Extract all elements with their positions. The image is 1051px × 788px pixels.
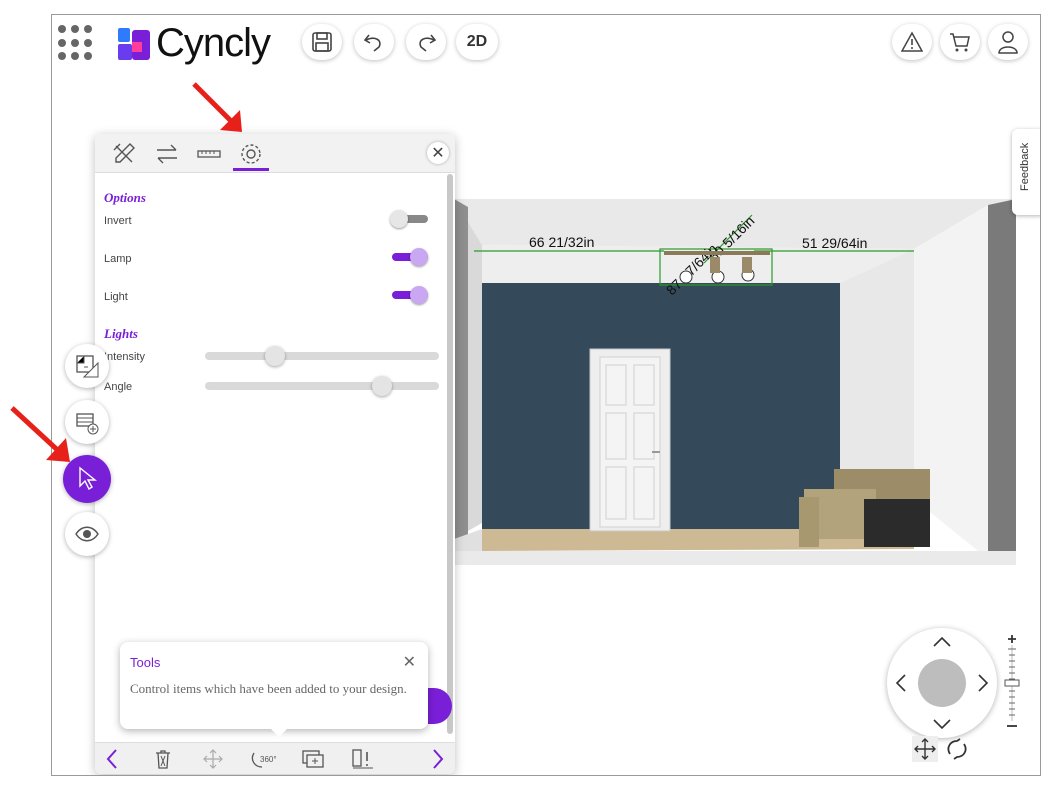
tab-swap[interactable] bbox=[149, 140, 185, 168]
chevron-left-icon[interactable] bbox=[895, 673, 907, 693]
feedback-tab[interactable]: Feedback bbox=[1012, 129, 1040, 215]
rotate-360-button[interactable]: 360° bbox=[249, 747, 277, 771]
warning-icon bbox=[901, 31, 923, 52]
intensity-slider[interactable] bbox=[205, 346, 439, 366]
cyncly-logo-icon bbox=[118, 27, 150, 60]
chevron-right-icon[interactable] bbox=[977, 673, 989, 693]
tab-measure[interactable] bbox=[191, 140, 227, 168]
user-icon bbox=[998, 31, 1018, 54]
eye-icon bbox=[75, 526, 99, 542]
tools-tooltip: Tools ✕ Control items which have been ad… bbox=[120, 642, 428, 729]
add-frame-icon bbox=[302, 750, 324, 768]
warning-item-icon bbox=[352, 749, 373, 769]
swap-icon bbox=[157, 144, 177, 164]
panel-scrollbar[interactable] bbox=[447, 174, 453, 734]
cart-button[interactable] bbox=[940, 24, 980, 60]
dimension-label: 51 29/64in bbox=[802, 235, 867, 251]
redo-button[interactable] bbox=[406, 24, 446, 60]
slider-label-angle: Angle bbox=[104, 381, 133, 393]
save-button[interactable] bbox=[302, 24, 342, 60]
tooltip-title: Tools bbox=[130, 655, 161, 670]
svg-text:360°: 360° bbox=[260, 755, 276, 764]
tab-settings[interactable] bbox=[233, 140, 269, 171]
zoom-in-icon bbox=[1008, 635, 1016, 643]
visibility-button[interactable] bbox=[65, 512, 109, 556]
annotation-arrow bbox=[192, 82, 242, 132]
room-3d-view[interactable]: 66 21/32in 51 29/64in 60 5/16in 87 47/64… bbox=[454, 199, 1016, 565]
floorplan-icon bbox=[76, 355, 99, 378]
lamp-toggle[interactable] bbox=[390, 248, 428, 266]
floorplan-button[interactable] bbox=[65, 344, 109, 388]
options-heading: Options bbox=[104, 190, 146, 205]
move-icon bbox=[203, 749, 223, 769]
nav-center[interactable] bbox=[918, 659, 966, 707]
warning-button[interactable] bbox=[892, 24, 932, 60]
bottom-toolbar: 360° bbox=[95, 742, 455, 774]
panel-tabs: ✕ bbox=[95, 134, 455, 173]
redo-icon bbox=[419, 34, 437, 52]
chevron-down-icon[interactable] bbox=[932, 718, 952, 730]
brand-logo: Cyncly bbox=[118, 21, 271, 66]
warning-item-button[interactable] bbox=[349, 747, 377, 771]
camera-navigation[interactable] bbox=[887, 628, 997, 738]
light-toggle[interactable] bbox=[390, 286, 428, 304]
dimension-label: 66 21/32in bbox=[529, 234, 594, 250]
apps-grid-icon[interactable] bbox=[58, 25, 94, 61]
add-frame-button[interactable] bbox=[299, 747, 327, 771]
tooltip-arrow bbox=[270, 728, 288, 737]
angle-slider[interactable] bbox=[205, 376, 439, 396]
feedback-label: Feedback bbox=[1019, 142, 1031, 191]
cart-icon bbox=[950, 33, 970, 52]
tooltip-body: Control items which have been added to y… bbox=[130, 681, 407, 696]
annotation-arrow bbox=[10, 406, 70, 462]
option-label-lamp: Lamp bbox=[104, 253, 132, 265]
next-button[interactable] bbox=[423, 747, 451, 771]
undo-button[interactable] bbox=[354, 24, 394, 60]
undo-icon bbox=[363, 34, 381, 52]
invert-toggle[interactable] bbox=[390, 210, 428, 228]
tooltip-close-icon[interactable]: ✕ bbox=[403, 652, 416, 672]
chevron-left-icon bbox=[106, 749, 117, 769]
delete-icon bbox=[156, 750, 170, 769]
user-button[interactable] bbox=[988, 24, 1028, 60]
chevron-up-icon[interactable] bbox=[932, 636, 952, 648]
tab-tools[interactable] bbox=[107, 140, 143, 168]
delete-button[interactable] bbox=[149, 747, 177, 771]
option-label-light: Light bbox=[104, 291, 128, 303]
ruler-icon bbox=[197, 150, 221, 158]
orbit-icon[interactable] bbox=[944, 736, 970, 762]
save-icon bbox=[312, 32, 332, 52]
brand-name: Cyncly bbox=[156, 21, 271, 65]
zoom-slider[interactable] bbox=[1002, 633, 1022, 733]
option-label-invert: Invert bbox=[104, 215, 132, 227]
rotate-360-icon: 360° bbox=[251, 752, 276, 768]
pan-icon[interactable] bbox=[912, 736, 938, 762]
cursor-icon bbox=[79, 466, 97, 491]
chevron-right-icon bbox=[433, 749, 444, 769]
move-button[interactable] bbox=[199, 747, 227, 771]
tools-icon bbox=[113, 143, 135, 163]
settings-icon bbox=[241, 144, 261, 164]
lights-heading: Lights bbox=[104, 326, 138, 341]
slider-label-intensity: Intensity bbox=[104, 351, 145, 363]
prev-button[interactable] bbox=[99, 747, 127, 771]
view-2d-button[interactable]: 2D bbox=[456, 24, 498, 60]
close-icon[interactable]: ✕ bbox=[427, 142, 449, 164]
